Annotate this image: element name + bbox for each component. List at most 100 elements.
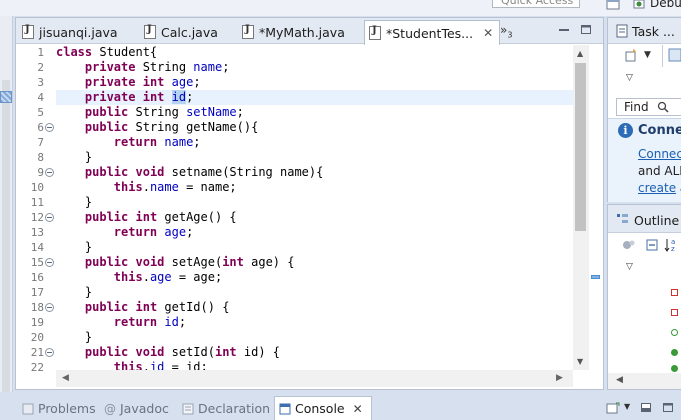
categorize-icon[interactable]	[668, 48, 681, 62]
outline-icon	[617, 214, 628, 223]
code-line: public int getAge() {	[84, 210, 237, 224]
tab-console[interactable]: Console ✕	[274, 396, 372, 420]
editor-vertical-scrollbar[interactable]: ▲ ▼	[573, 45, 589, 370]
new-task-icon[interactable]	[624, 48, 638, 62]
line-number: 10	[30, 181, 44, 194]
javadoc-icon: @	[104, 401, 116, 416]
occurrence-annotation-icon[interactable]	[0, 91, 12, 103]
overview-ruler	[589, 45, 603, 370]
close-tab-icon[interactable]: ✕	[483, 26, 493, 40]
code-line: return age;	[113, 225, 194, 239]
debug-perspective-icon[interactable]	[632, 0, 646, 10]
line-number: 21	[30, 346, 44, 359]
tab-javadoc[interactable]: @ Javadoc	[104, 401, 169, 416]
java-file-icon	[22, 24, 34, 39]
top-toolbar: Quick Access Debu	[0, 0, 681, 16]
private-field-icon[interactable]	[671, 309, 678, 316]
dropdown-arrow-icon[interactable]: ▼	[644, 50, 651, 60]
connect-description: and ALI	[638, 164, 681, 178]
fold-toggle-icon[interactable]	[45, 258, 54, 267]
code-line: }	[56, 240, 93, 254]
view-menu-icon[interactable]: ▽	[626, 73, 633, 83]
left-panel-edge	[0, 16, 13, 410]
fold-toggle-icon[interactable]	[45, 213, 54, 222]
tab-overflow-button[interactable]: »3	[500, 23, 512, 39]
maximize-icon[interactable]	[580, 24, 592, 35]
tab-jisuanqi[interactable]: jisuanqi.java	[18, 20, 124, 44]
private-field-icon[interactable]	[671, 289, 678, 296]
minimize-icon[interactable]	[640, 402, 652, 413]
outline-tab-bar: Outline	[608, 205, 681, 233]
scroll-right-icon[interactable]: ▶	[556, 373, 563, 383]
declaration-icon	[182, 403, 194, 414]
tab-label: Javadoc	[120, 401, 169, 416]
outline-panel: Outline az ▽ ◀	[607, 204, 681, 390]
tab-declaration[interactable]: Declaration	[182, 401, 270, 416]
tab-label: jisuanqi.java	[39, 24, 118, 40]
code-line: public void setname(String name){	[84, 165, 324, 179]
fold-toggle-icon[interactable]	[45, 168, 54, 177]
java-file-icon	[144, 24, 156, 39]
overflow-count: 3	[507, 30, 513, 40]
code-line: public String setName;	[84, 105, 244, 119]
fold-toggle-icon[interactable]	[45, 123, 54, 132]
fold-toggle-icon[interactable]	[45, 348, 54, 357]
code-line: public void setAge(int age) {	[84, 255, 295, 269]
public-field-icon[interactable]	[671, 329, 678, 336]
code-area[interactable]: class Student{ private String name; priv…	[56, 45, 573, 370]
create-link[interactable]: create	[638, 181, 676, 195]
code-line: this.age = age;	[113, 270, 223, 284]
tab-label: *MyMath.java	[259, 24, 345, 40]
left-panel-scrollbar[interactable]	[2, 80, 10, 410]
perspective-icon[interactable]	[606, 0, 620, 10]
tab-studenttest[interactable]: *StudentTes... ✕	[364, 20, 501, 45]
editor-horizontal-scrollbar[interactable]: ◀ ▶	[56, 370, 573, 387]
tab-problems[interactable]: Problems	[22, 401, 96, 416]
code-line: }	[56, 330, 93, 344]
hide-fields-icon[interactable]	[622, 239, 636, 251]
code-line: }	[56, 150, 93, 164]
line-number-gutter: 1 2 3 4 5 6 7 8 9 10 11 12 13 14 15 16 17 18 19 20 21 22	[0, 45, 56, 374]
view-menu-icon[interactable]: ▽	[626, 262, 633, 272]
search-icon	[657, 101, 669, 113]
collapse-all-icon[interactable]	[646, 239, 658, 251]
sort-icon[interactable]: az	[664, 237, 678, 253]
line-number: 2	[37, 61, 44, 74]
code-line: public void setId(int id) {	[84, 345, 281, 359]
outline-horizontal-scrollbar[interactable]: ◀	[608, 373, 681, 389]
line-number: 5	[37, 106, 44, 119]
maximize-icon[interactable]	[662, 402, 674, 413]
quick-access-input[interactable]: Quick Access	[492, 0, 580, 8]
code-line: this.name = name;	[113, 180, 237, 194]
fold-toggle-icon[interactable]	[45, 303, 54, 312]
line-number: 19	[30, 316, 44, 329]
public-method-icon[interactable]	[671, 349, 678, 356]
editor-tab-bar: jisuanqi.java Calc.java *MyMath.java *St…	[16, 18, 603, 45]
public-method-icon[interactable]	[671, 365, 678, 372]
tab-calc[interactable]: Calc.java	[140, 20, 224, 44]
find-input[interactable]: Find	[616, 98, 681, 116]
connect-link[interactable]: Connec	[638, 147, 681, 161]
create-task-line: create a	[638, 181, 681, 195]
tab-mymath[interactable]: *MyMath.java	[238, 20, 351, 44]
tab-label: Console	[295, 401, 345, 416]
close-tab-icon[interactable]: ✕	[353, 402, 363, 416]
line-number: 4	[37, 91, 44, 104]
scroll-left-icon[interactable]: ◀	[62, 373, 69, 383]
task-panel-tab-bar: Task ...	[608, 18, 681, 44]
console-icon	[279, 403, 291, 414]
outline-title[interactable]: Outline	[634, 213, 679, 228]
scrollbar-thumb[interactable]	[575, 63, 586, 231]
task-panel-title[interactable]: Task ...	[632, 24, 675, 39]
occurrence-marker[interactable]	[591, 275, 600, 279]
dropdown-arrow-icon[interactable]: ▼	[624, 402, 630, 411]
line-number: 22	[30, 361, 44, 374]
scroll-down-icon[interactable]: ▼	[577, 357, 583, 366]
code-line: private int age;	[84, 75, 201, 89]
code-line: public int getId() {	[84, 300, 230, 314]
scroll-up-icon[interactable]: ▲	[577, 49, 583, 58]
scroll-left-icon[interactable]: ◀	[616, 375, 623, 385]
debug-perspective-label[interactable]: Debu	[650, 0, 681, 10]
minimize-icon[interactable]	[558, 24, 570, 35]
open-console-icon[interactable]	[606, 402, 620, 414]
